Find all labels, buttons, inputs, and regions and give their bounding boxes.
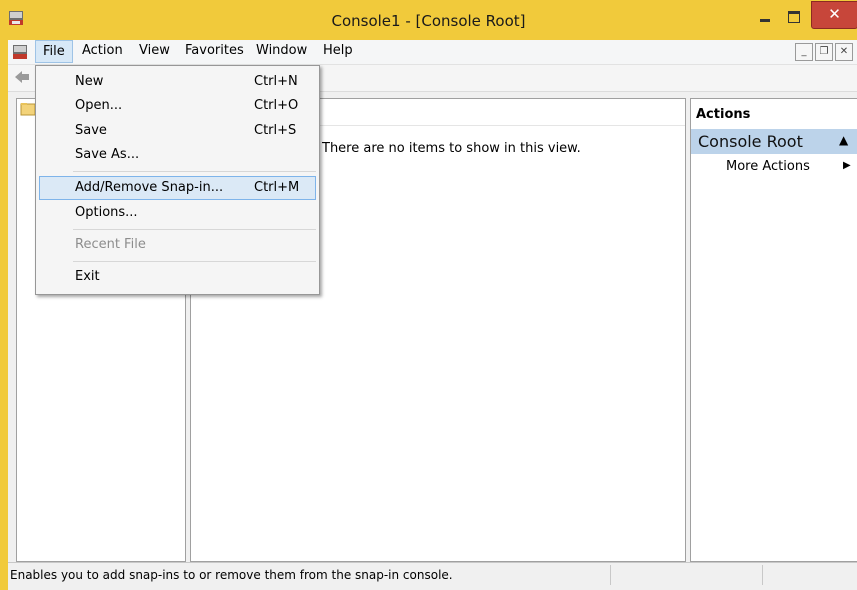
menu-bar: File Action View Favorites Window Help _… bbox=[8, 40, 857, 65]
actions-section-label: Console Root bbox=[698, 132, 803, 151]
menu-item-label: Options... bbox=[75, 205, 138, 220]
menu-item-label: Add/Remove Snap-in... bbox=[75, 180, 224, 195]
status-text: Enables you to add snap-ins to or remove… bbox=[10, 568, 453, 582]
folder-icon[interactable] bbox=[20, 102, 36, 116]
menu-item-shortcut: Ctrl+M bbox=[254, 180, 300, 195]
more-actions-item[interactable]: More Actions bbox=[726, 159, 810, 174]
menu-file[interactable]: File bbox=[35, 40, 73, 63]
mdi-controls: _ ❐ ✕ bbox=[793, 43, 853, 61]
menu-favorites[interactable]: Favorites bbox=[178, 40, 251, 62]
menu-item-add-remove-snap-in[interactable]: Add/Remove Snap-in... Ctrl+M bbox=[39, 176, 316, 200]
menu-item-options[interactable]: Options... bbox=[36, 202, 319, 224]
menu-item-shortcut: Ctrl+N bbox=[254, 74, 298, 89]
menu-help[interactable]: Help bbox=[316, 40, 360, 62]
menu-separator bbox=[73, 171, 316, 172]
menu-item-label: Save bbox=[75, 123, 107, 138]
minimize-button[interactable] bbox=[752, 5, 778, 27]
actions-section-console-root[interactable]: Console Root ▲ bbox=[691, 129, 857, 154]
close-button[interactable]: ✕ bbox=[811, 1, 857, 29]
mdi-close-button[interactable]: ✕ bbox=[835, 43, 853, 61]
mdi-restore-button[interactable]: ❐ bbox=[815, 43, 833, 61]
mmc-document-icon[interactable] bbox=[12, 44, 28, 60]
back-arrow-icon[interactable] bbox=[14, 70, 30, 84]
menu-item-recent-file: Recent File bbox=[36, 234, 319, 256]
window-frame: Console1 - [Console Root] ✕ File Action … bbox=[0, 0, 857, 590]
menu-item-shortcut: Ctrl+S bbox=[254, 123, 297, 138]
menu-item-label: Open... bbox=[75, 98, 123, 113]
menu-item-label: Exit bbox=[75, 269, 100, 284]
status-divider bbox=[610, 565, 611, 585]
status-bar: Enables you to add snap-ins to or remove… bbox=[8, 562, 857, 587]
maximize-button[interactable] bbox=[781, 5, 807, 27]
window-title: Console1 - [Console Root] bbox=[331, 12, 526, 30]
menu-item-shortcut: Ctrl+O bbox=[254, 98, 299, 113]
menu-separator bbox=[73, 229, 316, 230]
title-bar[interactable]: Console1 - [Console Root] ✕ bbox=[0, 0, 857, 40]
menu-view[interactable]: View bbox=[132, 40, 177, 62]
menu-action[interactable]: Action bbox=[75, 40, 130, 62]
actions-pane: Actions Console Root ▲ More Actions ▶ bbox=[690, 98, 857, 562]
menu-separator bbox=[73, 261, 316, 262]
menu-item-label: New bbox=[75, 74, 104, 89]
empty-view-message: There are no items to show in this view. bbox=[322, 141, 581, 156]
actions-title: Actions bbox=[696, 107, 751, 122]
submenu-arrow-icon: ▶ bbox=[843, 160, 851, 171]
close-icon: ✕ bbox=[828, 5, 841, 23]
menu-item-new[interactable]: New Ctrl+N bbox=[36, 71, 319, 93]
menu-item-label: Save As... bbox=[75, 147, 140, 162]
menu-item-label: Recent File bbox=[75, 237, 146, 252]
status-divider bbox=[762, 565, 763, 585]
file-menu-dropdown: New Ctrl+N Open... Ctrl+O Save Ctrl+S Sa… bbox=[35, 65, 320, 295]
menu-item-open[interactable]: Open... Ctrl+O bbox=[36, 95, 319, 117]
menu-item-save-as[interactable]: Save As... bbox=[36, 144, 319, 166]
mdi-minimize-button[interactable]: _ bbox=[795, 43, 813, 61]
collapse-caret-icon[interactable]: ▲ bbox=[839, 133, 848, 147]
menu-window[interactable]: Window bbox=[249, 40, 314, 62]
menu-item-exit[interactable]: Exit bbox=[36, 266, 319, 288]
menu-item-save[interactable]: Save Ctrl+S bbox=[36, 120, 319, 142]
